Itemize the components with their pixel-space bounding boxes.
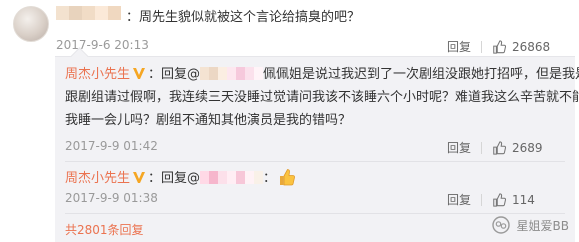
reply-2-timestamp: 2017-9-9 01:38 [65,191,158,205]
action-divider [481,40,483,53]
reply-button[interactable]: 回复 [447,191,471,208]
reply-2-text: 周杰小先生 ：回复@： [65,167,296,190]
more-replies-link[interactable]: 共2801条回复 [65,221,144,238]
verified-badge-icon [133,68,146,79]
redacted-mention [200,171,264,184]
thumbs-up-icon [493,140,507,155]
like-count: 26868 [512,39,551,54]
top-comment-text: ：周先生貌似就被这个言论给搞臭的吧？ [126,10,361,25]
thumbs-up-emoji-icon [280,169,296,186]
reply-button[interactable]: 回复 [447,139,471,156]
reply-button[interactable]: 回复 [447,38,471,55]
commenter-avatar[interactable] [13,6,49,42]
action-divider [481,141,483,154]
reply-divider [65,161,565,162]
redacted-mention [200,67,264,80]
reply-1-username[interactable]: 周杰小先生 [65,67,130,82]
wechat-account-icon [491,216,510,234]
action-divider [481,193,483,206]
like-button[interactable]: 26868 [492,40,550,54]
comment-timestamp: 2017-9-6 20:13 [56,38,149,52]
reply-1-text: 周杰小先生 ：回复@ 佩佩姐是说过我迟到了一次剧组没跟她打招呼，但是我是 跟剧组请过… [65,67,579,128]
watermark: 星姐爱BB [491,215,569,235]
like-button[interactable]: 114 [492,193,535,207]
reply-2-username[interactable]: 周杰小先生 [65,171,130,186]
reply-1-timestamp: 2017-9-9 01:42 [65,139,158,153]
like-count: 2689 [512,140,543,155]
like-count: 114 [512,192,535,207]
reply-1-actions: 回复 2689 [447,139,543,156]
verified-badge-icon [133,172,146,183]
reply-2-actions: 回复 114 [447,191,535,208]
reply-divider [65,213,565,214]
like-button[interactable]: 2689 [492,141,543,155]
watermark-text: 星姐爱BB [516,218,569,233]
thumbs-up-icon [493,39,507,54]
thumbs-up-icon [493,192,507,207]
top-comment-actions: 回复 26868 [447,38,550,55]
